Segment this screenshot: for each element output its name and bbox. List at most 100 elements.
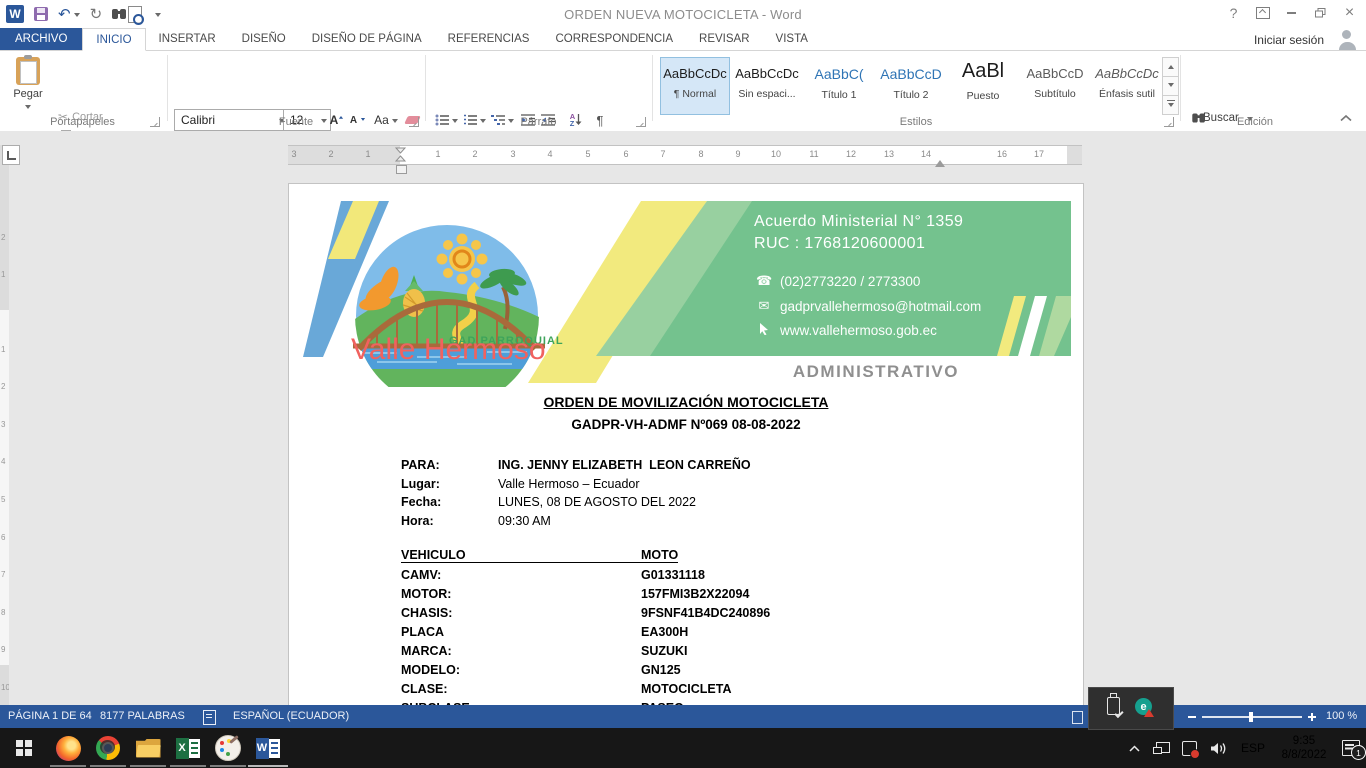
- tray-overflow-popup: e: [1088, 687, 1174, 730]
- document-header: GAD PARROQUIAL Valle Hermoso Acuerdo Min…: [297, 197, 1071, 387]
- ruler-number: 3: [510, 149, 515, 159]
- style-titulo-2[interactable]: AaBbCcDTítulo 2: [876, 57, 946, 115]
- document-title: ORDEN DE MOVILIZACIÓN MOTOCICLETA: [289, 394, 1083, 410]
- vehicle-row: PLACAEA300H: [401, 625, 688, 639]
- word-taskbar-icon: W: [256, 738, 281, 759]
- banner-website: www.vallehermoso.gob.ec: [756, 323, 937, 338]
- tab-correspondencia[interactable]: CORRESPONDENCIA: [542, 28, 686, 50]
- taskbar-word[interactable]: W: [248, 728, 288, 768]
- font-group-label: Fuente: [167, 116, 425, 128]
- tab-archivo[interactable]: ARCHIVO: [0, 28, 82, 50]
- sign-in-link[interactable]: Iniciar sesión: [1254, 33, 1324, 47]
- tab-insertar[interactable]: INSERTAR: [146, 28, 229, 50]
- tab-diseno[interactable]: DISEÑO: [229, 28, 299, 50]
- vruler-number: 7: [1, 570, 5, 579]
- zoom-slider-thumb[interactable]: [1249, 712, 1253, 722]
- action-center-button[interactable]: 1: [1336, 728, 1366, 768]
- read-mode-icon[interactable]: [1072, 711, 1083, 724]
- zoom-out-button[interactable]: [1188, 716, 1196, 718]
- style-subtitulo[interactable]: AaBbCcDSubtítulo: [1020, 57, 1090, 115]
- styles-group-label: Estilos: [652, 116, 1180, 128]
- ruler-number: 14: [921, 149, 931, 159]
- ruler-number: 17: [1034, 149, 1044, 159]
- language-indicator[interactable]: ESPAÑOL (ECUADOR): [233, 710, 349, 722]
- vruler-number: 2: [1, 233, 5, 242]
- taskbar-file-explorer[interactable]: [128, 728, 168, 768]
- meta-row-para: PARA:ING. JENNY ELIZABETH LEON CARREÑO: [401, 458, 751, 472]
- ruler-number: 6: [623, 149, 628, 159]
- chrome-profile-badge: [100, 740, 115, 754]
- horizontal-ruler[interactable]: 3 2 1 1 2 3 4 5 6 7 8 9 10 11 12 13 14 1…: [288, 145, 1082, 165]
- action-center-icon: 1: [1342, 740, 1360, 756]
- tab-revisar[interactable]: REVISAR: [686, 28, 763, 50]
- ruler-number: 12: [846, 149, 856, 159]
- tab-inicio[interactable]: INICIO: [82, 28, 145, 51]
- proofing-status-icon[interactable]: [203, 710, 216, 725]
- chevron-up-icon: [1129, 745, 1140, 752]
- zoom-level[interactable]: 100 %: [1326, 710, 1357, 722]
- usb-device-icon[interactable]: [1107, 697, 1120, 715]
- styles-scroll-up-button[interactable]: [1162, 57, 1179, 77]
- ruler-number: 10: [771, 149, 781, 159]
- font-dialog-launcher-icon[interactable]: [409, 117, 419, 127]
- page-indicator[interactable]: PÁGINA 1 DE 64: [8, 710, 92, 722]
- windows-logo-icon: [16, 740, 32, 756]
- style-normal[interactable]: AaBbCcDc¶ Normal: [660, 57, 730, 115]
- collapse-ribbon-button[interactable]: [1340, 113, 1352, 125]
- antivirus-icon[interactable]: e: [1135, 698, 1152, 715]
- tab-referencias[interactable]: REFERENCIAS: [435, 28, 543, 50]
- ruler-number: 9: [735, 149, 740, 159]
- tray-clock[interactable]: 9:358/8/2022: [1272, 728, 1336, 768]
- start-button[interactable]: [0, 728, 48, 768]
- taskbar-firefox[interactable]: [48, 728, 88, 768]
- paste-button[interactable]: Pegar: [4, 57, 52, 113]
- ruler-number: 2: [472, 149, 477, 159]
- tray-volume-icon[interactable]: [1206, 728, 1232, 768]
- taskbar-excel[interactable]: X: [168, 728, 208, 768]
- tab-vista[interactable]: VISTA: [763, 28, 821, 50]
- minimize-button[interactable]: [1277, 0, 1306, 26]
- styles-more-button[interactable]: [1162, 95, 1179, 115]
- tray-chevron-button[interactable]: [1122, 728, 1146, 768]
- taskbar-paint[interactable]: [208, 728, 248, 768]
- file-explorer-icon: [136, 739, 161, 758]
- ruler-number: 11: [809, 149, 818, 159]
- vruler-number: 2: [1, 382, 5, 391]
- indent-markers-icon[interactable]: [395, 147, 407, 163]
- zoom-in-button[interactable]: [1308, 713, 1316, 721]
- user-avatar-icon[interactable]: [1332, 29, 1362, 50]
- help-button[interactable]: ?: [1219, 0, 1248, 26]
- vehicle-row: CLASE:MOTOCICLETA: [401, 682, 732, 696]
- meta-row-fecha: Fecha:LUNES, 08 DE AGOSTO DEL 2022: [401, 495, 696, 509]
- word-application-window: W ↶ ↻ ORDEN NUEVA MOTOCICLETA - Word ? ×…: [0, 0, 1366, 768]
- window-controls: ? ×: [1219, 0, 1364, 26]
- styles-scroll-down-button[interactable]: [1162, 76, 1179, 96]
- ruler-number: 16: [997, 149, 1007, 159]
- style-puesto[interactable]: AaBlPuesto: [948, 57, 1018, 115]
- ribbon-display-options-button[interactable]: [1248, 0, 1277, 26]
- document-area[interactable]: 2 1 1 2 3 4 5 6 7 8 9 10 3 2 1 1 2 3 4 5…: [0, 131, 1366, 705]
- vruler-number: 5: [1, 495, 5, 504]
- style-titulo-1[interactable]: AaBbC(Título 1: [804, 57, 874, 115]
- tray-network-icon[interactable]: [1148, 728, 1174, 768]
- vertical-ruler[interactable]: 2 1 1 2 3 4 5 6 7 8 9 10: [0, 145, 9, 705]
- paragraph-dialog-launcher-icon[interactable]: [636, 117, 646, 127]
- restore-icon: [1315, 8, 1326, 18]
- tab-stop-selector[interactable]: [2, 145, 20, 165]
- taskbar-chrome[interactable]: [88, 728, 128, 768]
- left-indent-box[interactable]: [396, 165, 407, 174]
- tray-security-alert-icon[interactable]: [1176, 728, 1202, 768]
- tray-language-indicator[interactable]: ESP: [1236, 728, 1270, 768]
- clipboard-dialog-launcher-icon[interactable]: [150, 117, 160, 127]
- style-enfasis-sutil[interactable]: AaBbCcDcÉnfasis sutil: [1092, 57, 1162, 115]
- right-indent-marker[interactable]: [935, 155, 945, 167]
- close-button[interactable]: ×: [1335, 0, 1364, 26]
- styles-dialog-launcher-icon[interactable]: [1164, 117, 1174, 127]
- page[interactable]: GAD PARROQUIAL Valle Hermoso Acuerdo Min…: [288, 183, 1084, 705]
- word-count[interactable]: 8177 PALABRAS: [100, 710, 185, 722]
- vruler-number: 1: [1, 270, 5, 279]
- vruler-number: 9: [1, 645, 5, 654]
- style-sin-espaciado[interactable]: AaBbCcDcSin espaci...: [732, 57, 802, 115]
- tab-diseno-de-pagina[interactable]: DISEÑO DE PÁGINA: [299, 28, 435, 50]
- restore-button[interactable]: [1306, 0, 1335, 26]
